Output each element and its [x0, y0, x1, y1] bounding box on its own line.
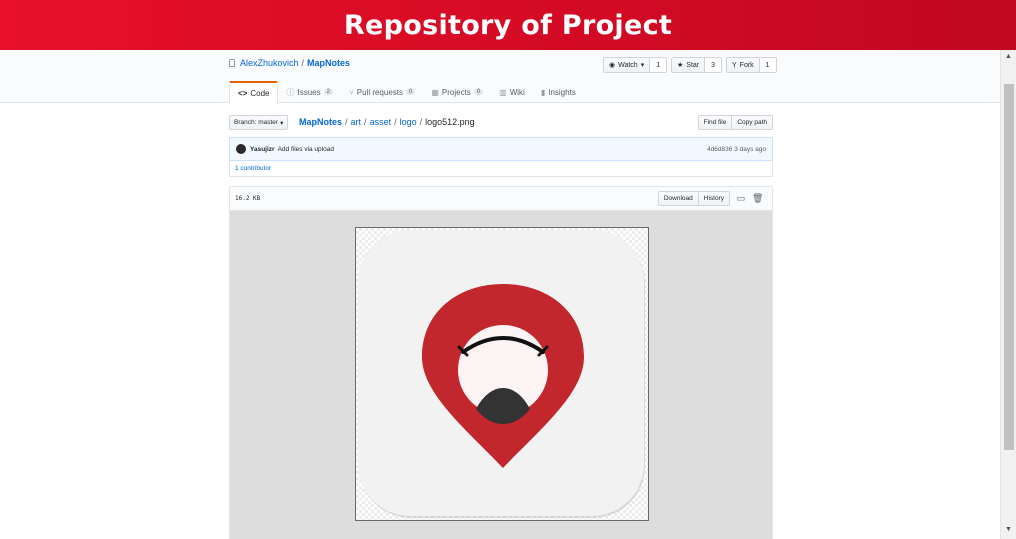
graph-icon: ▮ [540, 87, 546, 97]
vertical-scrollbar[interactable]: ▲ ▼ [1000, 50, 1016, 539]
tab-pull-requests[interactable]: ⑂ Pull requests 0 [341, 81, 423, 103]
fork-count[interactable]: 1 [759, 57, 777, 73]
breadcrumb-separator: / [419, 117, 423, 127]
trash-icon[interactable]: 🗑 [752, 193, 763, 204]
breadcrumb-separator: / [364, 117, 367, 127]
file-box: 16.2 KB Download History ▭ 🗑 [229, 186, 773, 539]
fork-icon: Ỵ [732, 61, 737, 69]
branch-select-button[interactable]: Branch: master ▾ [229, 115, 289, 130]
repo-name-link[interactable]: MapNotes [307, 58, 350, 68]
star-label: Star [686, 61, 700, 69]
tab-wiki[interactable]: ▥ Wiki [491, 81, 533, 103]
tab-issues[interactable]: ⓘ Issues 2 [278, 81, 340, 103]
file-navigation: Branch: master ▾ MapNotes / art / asset … [229, 114, 773, 132]
star-icon: ★ [677, 62, 684, 69]
tab-label: Insights [548, 87, 576, 97]
image-frame [355, 227, 649, 521]
avatar[interactable] [236, 144, 246, 154]
tab-label: Code [250, 89, 270, 98]
fork-button[interactable]: Ỵ Fork [726, 57, 760, 73]
commit-author[interactable]: Yasujizr [250, 146, 275, 153]
repo-nav: <> Code ⓘ Issues 2 ⑂ Pull requests 0 ▦ P… [229, 81, 584, 104]
desktop-icon[interactable]: ▭ [736, 193, 746, 204]
breadcrumb-asset-link[interactable]: asset [370, 117, 392, 127]
star-button[interactable]: ★ Star [671, 57, 706, 73]
file-button-group: Download History [657, 191, 730, 206]
pull-requests-count: 0 [406, 89, 416, 95]
eye-icon: ◉ [609, 62, 616, 69]
breadcrumb-separator: / [394, 117, 397, 127]
breadcrumb-separator: / [345, 117, 348, 127]
repo-path-separator: / [301, 58, 305, 68]
fork-label: Fork [739, 61, 754, 69]
issues-count: 2 [323, 89, 333, 95]
tab-code[interactable]: <> Code [229, 81, 279, 104]
breadcrumb: MapNotes / art / asset / logo / logo512.… [299, 117, 475, 127]
book-icon: ▥ [499, 87, 507, 97]
repository-page: AlexZhukovich / MapNotes ◉ Watch ▾ 1 ★ S… [0, 50, 1000, 539]
image-viewer [230, 211, 772, 539]
file-size: 16.2 KB [235, 195, 261, 202]
tab-label: Projects [441, 87, 471, 97]
tab-label: Wiki [509, 87, 525, 97]
scroll-down-icon[interactable]: ▼ [1005, 526, 1012, 533]
breadcrumb-repo-link[interactable]: MapNotes [299, 117, 342, 127]
repo-header: AlexZhukovich / MapNotes ◉ Watch ▾ 1 ★ S… [0, 50, 1000, 104]
file-actions: Download History ▭ 🗑 [657, 191, 763, 206]
project-icon: ▦ [431, 87, 439, 97]
commit-meta[interactable]: 4d6d836 3 days ago [707, 146, 766, 153]
caret-down-icon: ▾ [640, 62, 645, 69]
tab-label: Pull requests [356, 87, 403, 97]
scroll-up-icon[interactable]: ▲ [1005, 53, 1012, 60]
watch-button[interactable]: ◉ Watch ▾ [603, 57, 651, 73]
branch-label: Branch: master [234, 119, 279, 126]
map-pin-logo-image [358, 230, 645, 518]
watch-count[interactable]: 1 [650, 57, 668, 73]
watch-label: Watch [618, 61, 638, 69]
breadcrumb-logo-link[interactable]: logo [400, 117, 417, 127]
tab-insights[interactable]: ▮ Insights [533, 81, 584, 103]
file-nav-button-group: Find file Copy path [697, 115, 773, 130]
repo-owner-link[interactable]: AlexZhukovich [240, 58, 299, 68]
contributors-bar: 1 contributor [229, 160, 773, 177]
star-count[interactable]: 3 [705, 57, 723, 73]
commit-tease: Yasujizr Add files via upload 4d6d836 3 … [229, 137, 773, 161]
copy-path-button[interactable]: Copy path [732, 115, 773, 130]
pull-request-icon: ⑂ [348, 87, 354, 97]
star-control: ★ Star 3 [671, 57, 723, 73]
projects-count: 0 [473, 89, 484, 95]
watch-control: ◉ Watch ▾ 1 [603, 57, 668, 73]
tab-projects[interactable]: ▦ Projects 0 [423, 81, 491, 103]
history-button[interactable]: History [698, 191, 730, 206]
contributors-link[interactable]: 1 contributor [235, 165, 271, 172]
file-header: 16.2 KB Download History ▭ 🗑 [230, 187, 772, 211]
find-file-button[interactable]: Find file [697, 115, 733, 130]
commit-message[interactable]: Add files via upload [278, 146, 334, 153]
tab-label: Issues [297, 87, 321, 97]
fork-control: Ỵ Fork 1 [726, 57, 777, 73]
breadcrumb-art-link[interactable]: art [351, 117, 362, 127]
scrollbar-thumb[interactable] [1004, 84, 1014, 450]
caret-down-icon: ▾ [280, 119, 284, 127]
banner-title: Repository of Project [343, 9, 673, 41]
download-button[interactable]: Download [657, 191, 699, 206]
repo-title: AlexZhukovich / MapNotes [229, 58, 350, 68]
page-banner: Repository of Project [0, 0, 1016, 50]
repo-icon [229, 59, 235, 67]
code-icon: <> [238, 89, 248, 98]
breadcrumb-file-name: logo512.png [425, 117, 475, 127]
issue-icon: ⓘ [286, 87, 295, 97]
